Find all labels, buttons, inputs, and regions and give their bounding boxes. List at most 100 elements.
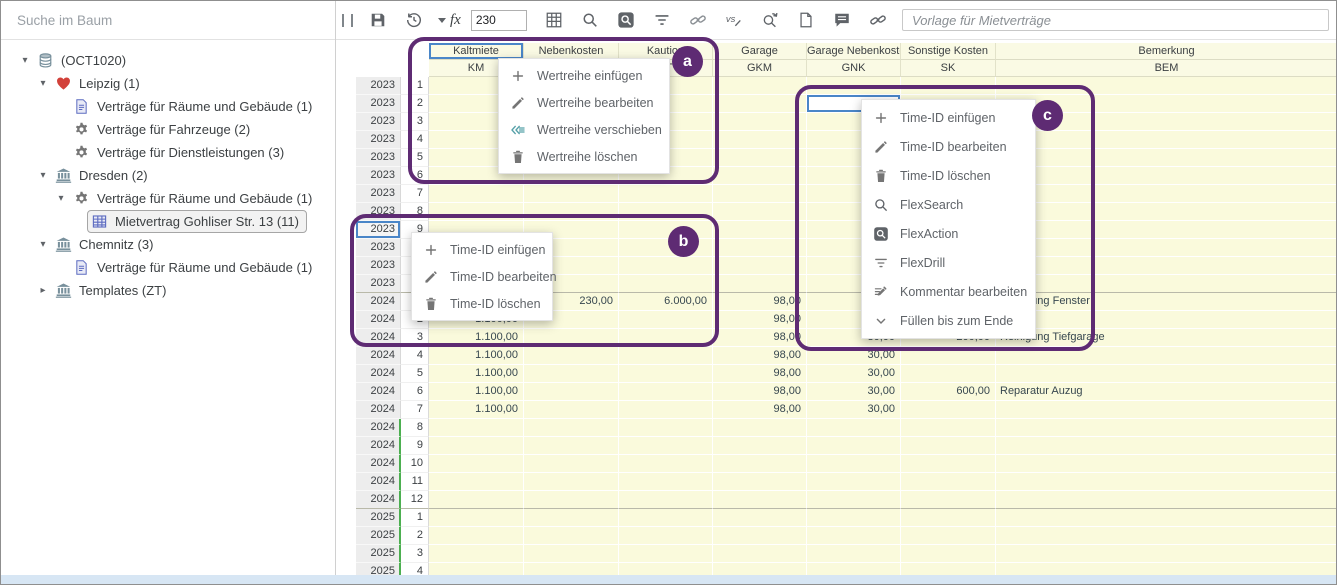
row-header-period[interactable]: 12 <box>401 491 429 509</box>
menu-item-flexaction[interactable]: FlexAction <box>862 219 1035 248</box>
grid-cell-km[interactable] <box>429 419 524 437</box>
grid-cell-nk[interactable] <box>524 401 619 419</box>
grid-cell-sk[interactable] <box>901 437 996 455</box>
menu-item-time-id-bearbeiten[interactable]: Time-ID bearbeiten <box>862 132 1035 161</box>
splitter-handle-icon[interactable] <box>342 14 353 27</box>
row-header-year[interactable]: 2024 <box>356 329 401 347</box>
row-header-year[interactable]: 2023 <box>356 149 401 167</box>
search-button[interactable] <box>578 7 602 33</box>
grid-cell-nk[interactable] <box>524 347 619 365</box>
grid-cell-gkm[interactable] <box>713 77 807 95</box>
grid-cell-nk[interactable] <box>524 329 619 347</box>
grid-cell-bem[interactable] <box>996 131 1337 149</box>
tree-item[interactable]: Verträge für Räume und Gebäude (1) <box>1 256 335 279</box>
search-sync-button[interactable] <box>758 7 782 33</box>
grid-cell-sk[interactable] <box>901 527 996 545</box>
grid-cell-bem[interactable] <box>996 275 1337 293</box>
template-input[interactable]: Vorlage für Mietverträge <box>902 9 1329 31</box>
grid-cell-nk[interactable] <box>524 509 619 527</box>
row-header-year[interactable]: 2023 <box>356 221 401 239</box>
grid-cell-gkm[interactable]: 98,00 <box>713 293 807 311</box>
tree-item[interactable]: Verträge für Fahrzeuge (2) <box>1 118 335 141</box>
versions-button[interactable]: vs <box>722 7 746 33</box>
row-header-year[interactable]: 2023 <box>356 113 401 131</box>
grid-cell-gkm[interactable] <box>713 527 807 545</box>
grid-cell-gnk[interactable] <box>807 509 901 527</box>
grid-cell-gkm[interactable]: 98,00 <box>713 383 807 401</box>
grid-cell-sk[interactable] <box>901 455 996 473</box>
column-header-bem[interactable]: Bemerkung <box>996 43 1337 60</box>
grid-cell-bem[interactable] <box>996 77 1337 95</box>
grid-cell-gkm[interactable] <box>713 131 807 149</box>
grid-cell-sk[interactable] <box>901 509 996 527</box>
grid-cell-gkm[interactable] <box>713 473 807 491</box>
tree-item[interactable]: Verträge für Dienstleistungen (3) <box>1 141 335 164</box>
menu-item-time-id-l-schen[interactable]: Time-ID löschen <box>862 161 1035 190</box>
tree-search-input[interactable] <box>15 12 321 29</box>
menu-item-wertreihe-bearbeiten[interactable]: Wertreihe bearbeiten <box>499 89 669 116</box>
grid-cell-gnk[interactable] <box>807 77 901 95</box>
grid-cell-km[interactable] <box>429 437 524 455</box>
grid-cell-gkm[interactable]: 98,00 <box>713 329 807 347</box>
grid-cell-bem[interactable] <box>996 545 1337 563</box>
history-button[interactable] <box>402 7 426 33</box>
grid-cell-kt[interactable] <box>619 203 713 221</box>
column-header-bem[interactable]: BEM <box>996 60 1337 77</box>
grid-cell-gnk[interactable]: 30,00 <box>807 383 901 401</box>
row-header-year[interactable]: 2023 <box>356 239 401 257</box>
row-header-period[interactable]: 11 <box>401 473 429 491</box>
grid-cell-kt[interactable] <box>619 365 713 383</box>
grid-cell-km[interactable] <box>429 473 524 491</box>
grid-cell-nk[interactable] <box>524 419 619 437</box>
row-header-year[interactable]: 2024 <box>356 311 401 329</box>
menu-item-time-id-bearbeiten[interactable]: Time-ID bearbeiten <box>412 263 552 290</box>
row-header-year[interactable]: 2025 <box>356 545 401 563</box>
grid-cell-bem[interactable] <box>996 491 1337 509</box>
grid-cell-kt[interactable] <box>619 185 713 203</box>
grid-cell-gnk[interactable] <box>807 491 901 509</box>
grid-cell-kt[interactable] <box>619 329 713 347</box>
menu-item-kommentar-bearbeiten[interactable]: Kommentar bearbeiten <box>862 277 1035 306</box>
grid-cell-gkm[interactable] <box>713 95 807 113</box>
grid-cell-gnk[interactable]: 30,00 <box>807 401 901 419</box>
grid-cell-kt[interactable] <box>619 311 713 329</box>
grid-cell-nk[interactable] <box>524 455 619 473</box>
grid-cell-kt[interactable] <box>619 275 713 293</box>
grid-cell-kt[interactable] <box>619 491 713 509</box>
insert-table-button[interactable] <box>542 7 566 33</box>
grid-cell-bem[interactable] <box>996 455 1337 473</box>
grid-cell-bem[interactable] <box>996 203 1337 221</box>
grid-cell-sk[interactable] <box>901 401 996 419</box>
grid-cell-bem[interactable] <box>996 185 1337 203</box>
filter-button[interactable] <box>650 7 674 33</box>
grid-cell-bem[interactable] <box>996 221 1337 239</box>
tree-item[interactable]: ▾Leipzig (1) <box>1 72 335 95</box>
expand-arrow-icon[interactable]: ▸ <box>35 285 51 296</box>
tree-item[interactable]: ▾Chemnitz (3) <box>1 233 335 256</box>
row-header-period[interactable]: 8 <box>401 203 429 221</box>
tree-item[interactable]: ▾(OCT1020) <box>1 49 335 72</box>
collapse-arrow-icon[interactable]: ▾ <box>53 193 69 204</box>
grid-cell-gkm[interactable] <box>713 509 807 527</box>
link-button[interactable] <box>866 7 890 33</box>
grid-cell-bem[interactable] <box>996 365 1337 383</box>
row-header-year[interactable]: 2024 <box>356 419 401 437</box>
grid-cell-gnk[interactable] <box>807 473 901 491</box>
row-header-period[interactable]: 4 <box>401 131 429 149</box>
row-header-period[interactable]: 1 <box>401 77 429 95</box>
row-header-year[interactable]: 2025 <box>356 527 401 545</box>
grid-cell-bem[interactable] <box>996 167 1337 185</box>
row-header-period[interactable]: 7 <box>401 401 429 419</box>
menu-item-time-id-l-schen[interactable]: Time-ID löschen <box>412 290 552 317</box>
grid-cell-kt[interactable] <box>619 221 713 239</box>
grid-cell-nk[interactable] <box>524 437 619 455</box>
grid-cell-sk[interactable] <box>901 491 996 509</box>
grid-cell-sk[interactable] <box>901 365 996 383</box>
grid-cell-nk[interactable] <box>524 203 619 221</box>
grid-cell-kt[interactable] <box>619 455 713 473</box>
grid-cell-gkm[interactable] <box>713 437 807 455</box>
row-header-year[interactable]: 2025 <box>356 509 401 527</box>
grid-cell-km[interactable] <box>429 203 524 221</box>
row-header-year[interactable]: 2024 <box>356 437 401 455</box>
row-header-year[interactable]: 2023 <box>356 203 401 221</box>
